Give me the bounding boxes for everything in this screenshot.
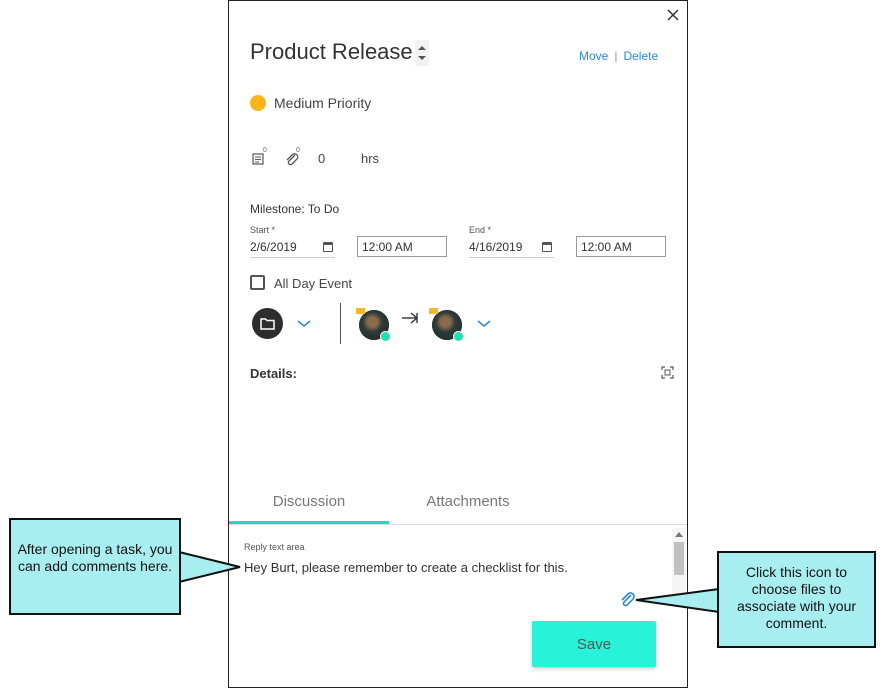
callout-attach: Click this icon to choose files to assoc… [717,551,876,648]
callout-comments: After opening a task, you can add commen… [9,518,181,615]
